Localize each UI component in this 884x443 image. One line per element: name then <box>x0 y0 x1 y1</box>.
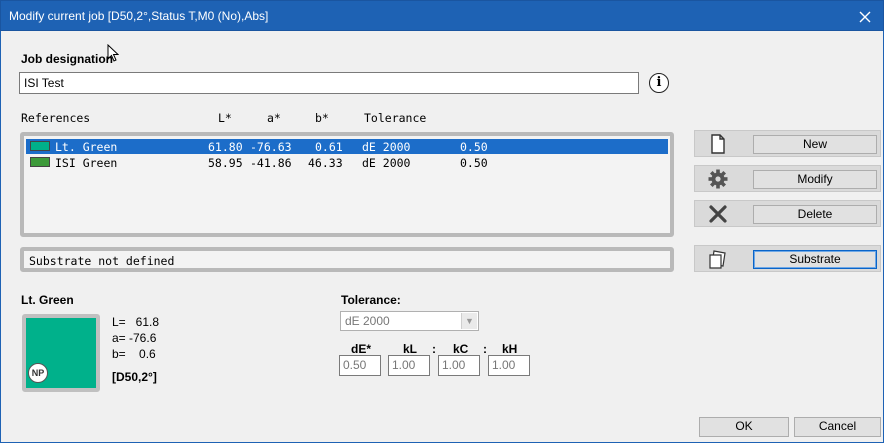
kc-input[interactable]: 1.00 <box>438 355 480 376</box>
de-label: dE* <box>351 342 372 356</box>
reference-a: -41.86 <box>250 156 292 170</box>
new-action-bar: New <box>694 130 881 157</box>
delete-x-icon <box>707 204 729 224</box>
detail-color-swatch: NP <box>22 314 100 392</box>
detail-name: Lt. Green <box>21 293 74 307</box>
reference-tolerance: 0.50 <box>460 140 488 154</box>
substrate-status: Substrate not defined <box>20 247 674 272</box>
modify-action-bar: Modify <box>694 165 881 192</box>
reference-b: 46.33 <box>308 156 343 170</box>
substrate-action-bar: Substrate <box>694 245 881 272</box>
header-a: a* <box>267 111 281 125</box>
detail-l-value: L= 61.8 <box>112 315 160 329</box>
de-input[interactable]: 0.50 <box>339 355 381 376</box>
window-title: Modify current job [D50,2°,Status T,M0 (… <box>9 9 269 23</box>
reference-b: 0.61 <box>315 140 343 154</box>
color-swatch <box>30 141 50 151</box>
tolerance-method-value: dE 2000 <box>345 314 390 328</box>
reference-tolerance: 0.50 <box>460 156 488 170</box>
header-references: References <box>21 111 91 125</box>
reference-a: -76.63 <box>250 140 292 154</box>
reference-method: dE 2000 <box>362 156 411 170</box>
gear-icon <box>707 169 729 189</box>
new-button[interactable]: New <box>753 135 877 154</box>
kl-input[interactable]: 1.00 <box>388 355 430 376</box>
reference-name: Lt. Green <box>55 140 118 154</box>
reference-name: ISI Green <box>55 156 118 170</box>
new-document-icon <box>707 134 729 154</box>
detail-illuminant: [D50,2°] <box>112 370 157 384</box>
color-swatch <box>30 157 50 167</box>
cancel-button[interactable]: Cancel <box>794 417 881 437</box>
kh-label: kH <box>502 342 518 356</box>
job-designation-label: Job designation <box>21 52 114 66</box>
info-icon[interactable]: i <box>649 73 669 93</box>
separator: : <box>432 342 436 356</box>
reference-method: dE 2000 <box>362 140 411 154</box>
kc-label: kC <box>453 342 469 356</box>
reference-l: 58.95 <box>208 156 243 170</box>
header-l: L* <box>218 111 232 125</box>
reference-l: 61.80 <box>208 140 243 154</box>
title-bar: Modify current job [D50,2°,Status T,M0 (… <box>0 0 884 31</box>
modify-button[interactable]: Modify <box>753 170 877 189</box>
substrate-papers-icon <box>707 249 729 269</box>
list-item[interactable]: ISI Green 58.95 -41.86 46.33 dE 2000 0.5… <box>26 155 668 170</box>
delete-button[interactable]: Delete <box>753 205 877 224</box>
close-icon[interactable] <box>859 7 873 25</box>
kh-input[interactable]: 1.00 <box>488 355 530 376</box>
detail-b-value: b= 0.6 <box>112 347 156 361</box>
references-list[interactable]: Lt. Green 61.80 -76.63 0.61 dE 2000 0.50… <box>20 132 674 237</box>
job-designation-input[interactable]: ISI Test <box>19 72 639 94</box>
np-badge: NP <box>28 363 48 383</box>
tolerance-label: Tolerance: <box>341 293 401 307</box>
delete-action-bar: Delete <box>694 200 881 227</box>
list-item[interactable]: Lt. Green 61.80 -76.63 0.61 dE 2000 0.50 <box>26 139 668 154</box>
header-b: b* <box>315 111 329 125</box>
separator: : <box>483 342 487 356</box>
tolerance-method-select[interactable]: dE 2000 ▼ <box>340 311 479 331</box>
substrate-button[interactable]: Substrate <box>753 250 877 269</box>
kl-label: kL <box>403 342 418 356</box>
chevron-down-icon[interactable]: ▼ <box>461 313 477 329</box>
detail-a-value: a= -76.6 <box>112 331 157 345</box>
header-tolerance: Tolerance <box>364 111 427 125</box>
ok-button[interactable]: OK <box>699 417 789 437</box>
